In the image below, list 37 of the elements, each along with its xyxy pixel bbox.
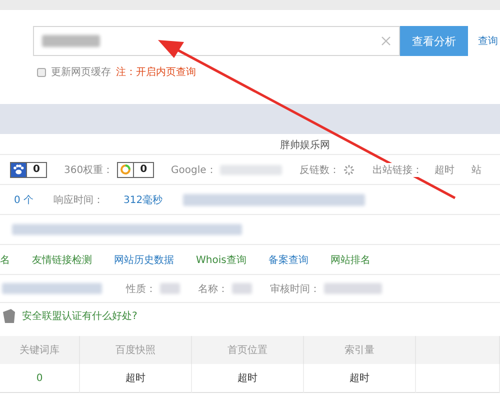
note-text: 注：开启内页查询: [116, 66, 196, 79]
tool-link[interactable]: 友情链接检测: [32, 252, 92, 266]
info-value: 0 个: [14, 192, 34, 206]
spinner-icon: [343, 164, 356, 176]
redacted-value: [160, 283, 180, 294]
table-cell: 超时: [192, 364, 304, 393]
site-title: 胖帅娱乐网: [279, 138, 331, 153]
checkbox-label: 更新网页缓存: [51, 65, 111, 79]
analyze-button[interactable]: 查看分析: [400, 26, 468, 56]
column-header: 索引量: [304, 336, 416, 364]
close-icon[interactable]: [381, 36, 391, 46]
tool-link[interactable]: 名: [0, 252, 10, 266]
redacted-value: [232, 283, 252, 294]
column-header: 百度快照: [80, 336, 192, 364]
cache-checkbox[interactable]: [37, 68, 46, 76]
security-link[interactable]: 安全联盟认证有什么好处?: [22, 308, 138, 322]
column-header: 首页位置: [192, 336, 304, 364]
stat-label: 站: [471, 162, 482, 176]
info-value: 312毫秒: [124, 192, 163, 206]
tool-link[interactable]: Whois查询: [196, 252, 246, 266]
table-cell: 超时: [304, 364, 416, 393]
weight-badge: 0: [117, 162, 154, 178]
redacted-value: [220, 164, 282, 174]
tool-link[interactable]: 备案查询: [268, 252, 308, 266]
redacted-value: [324, 283, 382, 294]
tool-link[interactable]: 网站排名: [330, 252, 370, 266]
table-cell: 0: [0, 364, 80, 393]
stat-value: 超时: [434, 162, 454, 176]
table-cell: 超时: [80, 364, 192, 393]
column-header: 关键词库: [0, 336, 80, 364]
weight-badge: 0: [10, 162, 47, 178]
ring-icon: [120, 164, 132, 175]
tool-link[interactable]: 网站历史数据: [114, 252, 174, 266]
search-field[interactable]: [33, 26, 400, 56]
shield-icon: [2, 308, 16, 324]
query-link[interactable]: 查询: [478, 34, 498, 48]
paw-icon: [13, 164, 24, 175]
